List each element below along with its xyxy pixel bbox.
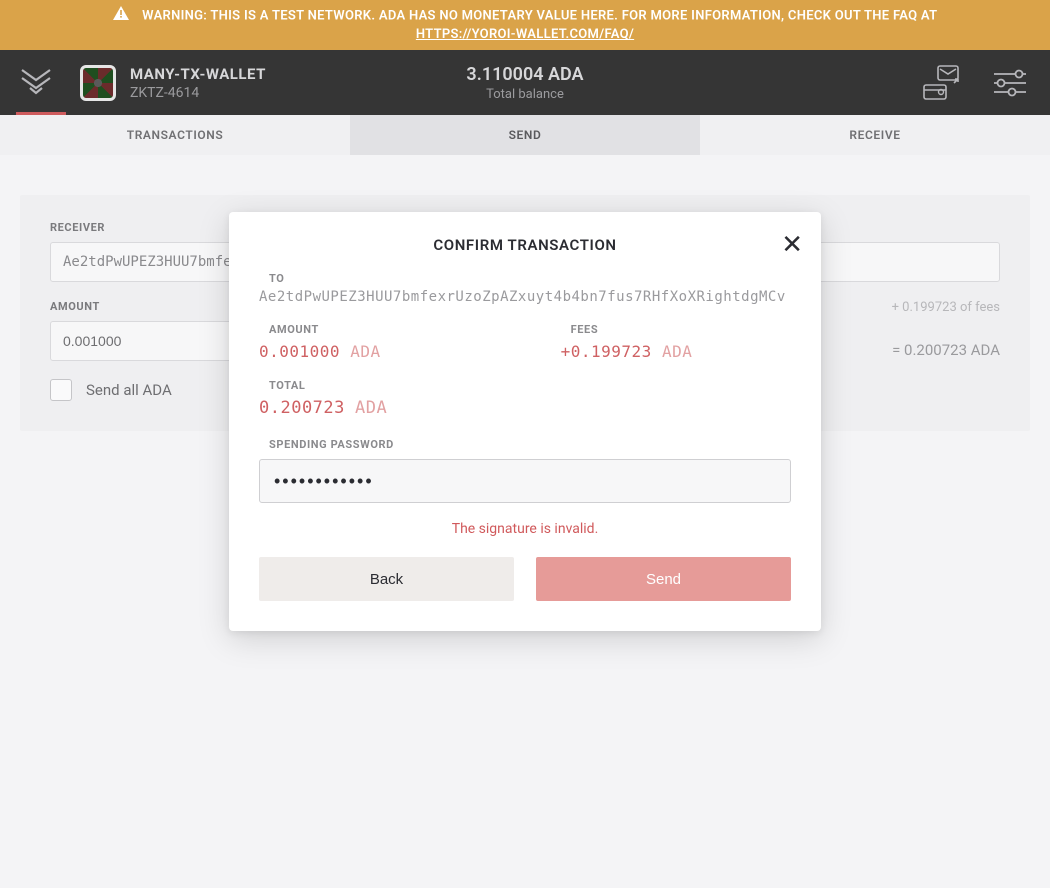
confirm-transaction-modal: CONFIRM TRANSACTION ✕ TO Ae2tdPwUPEZ3HUU… — [229, 212, 821, 631]
spending-password-input[interactable] — [259, 459, 791, 503]
close-icon[interactable]: ✕ — [781, 232, 803, 258]
modal-amount-label: AMOUNT — [269, 323, 381, 336]
modal-fees-currency: ADA — [662, 342, 692, 361]
modal-title: CONFIRM TRANSACTION — [259, 236, 791, 254]
modal-amount-currency: ADA — [350, 342, 380, 361]
modal-fees-value: +0.199723 — [561, 342, 652, 361]
back-button[interactable]: Back — [259, 557, 514, 601]
modal-total-currency: ADA — [355, 398, 387, 418]
to-label: TO — [269, 272, 791, 285]
error-message: The signature is invalid. — [259, 521, 791, 537]
modal-total-value: 0.200723 — [259, 398, 345, 418]
to-address: Ae2tdPwUPEZ3HUU7bmfexrUzoZpAZxuyt4b4bn7f… — [259, 289, 791, 305]
modal-fees-label: FEES — [571, 323, 693, 336]
spending-password-label: SPENDING PASSWORD — [269, 438, 791, 451]
modal-total-label: TOTAL — [269, 379, 791, 392]
send-button[interactable]: Send — [536, 557, 791, 601]
modal-amount-value: 0.001000 — [259, 342, 340, 361]
